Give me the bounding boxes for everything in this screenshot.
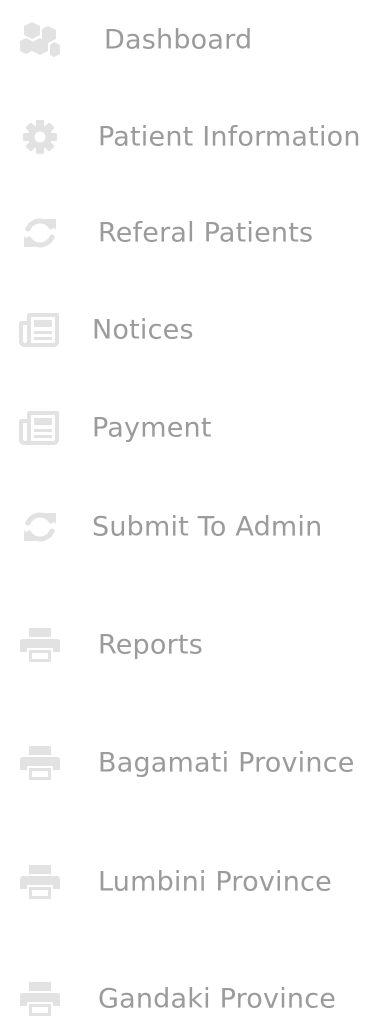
printer-icon — [18, 741, 62, 785]
sidebar-item-label: Gandaki Province — [98, 983, 337, 1015]
printer-icon — [18, 860, 62, 904]
sidebar-item-gandaki-province[interactable]: Gandaki Province — [0, 969, 388, 1029]
sidebar-item-notices[interactable]: Notices — [0, 300, 388, 360]
sidebar-item-payment[interactable]: Payment — [0, 398, 388, 458]
sidebar-item-label: Patient Information — [98, 121, 361, 153]
sidebar-item-submit-to-admin[interactable]: Submit To Admin — [0, 497, 388, 557]
refresh-icon — [18, 505, 62, 549]
printer-icon — [18, 977, 62, 1021]
sidebar-item-label: Bagamati Province — [98, 747, 355, 779]
sidebar-item-label: Reports — [98, 629, 203, 661]
sidebar-item-label: Lumbini Province — [98, 866, 332, 898]
sidebar-item-lumbini-province[interactable]: Lumbini Province — [0, 852, 388, 912]
sidebar-item-dashboard[interactable]: Dashboard — [0, 10, 388, 70]
newspaper-icon — [18, 308, 62, 352]
sidebar-item-label: Dashboard — [104, 24, 253, 56]
sidebar-item-label: Submit To Admin — [92, 511, 323, 543]
refresh-icon — [18, 211, 62, 255]
cubes-icon — [18, 18, 62, 62]
sidebar-item-label: Payment — [92, 412, 212, 444]
sidebar-item-label: Notices — [92, 314, 194, 346]
sidebar-item-label: Referal Patients — [98, 217, 314, 249]
sidebar-item-patient-information[interactable]: Patient Information — [0, 107, 388, 167]
gear-icon — [18, 115, 62, 159]
sidebar-item-reports[interactable]: Reports — [0, 615, 388, 675]
newspaper-icon — [18, 406, 62, 450]
sidebar-item-bagamati-province[interactable]: Bagamati Province — [0, 733, 388, 793]
sidebar-item-referal-patients[interactable]: Referal Patients — [0, 203, 388, 263]
printer-icon — [18, 623, 62, 667]
